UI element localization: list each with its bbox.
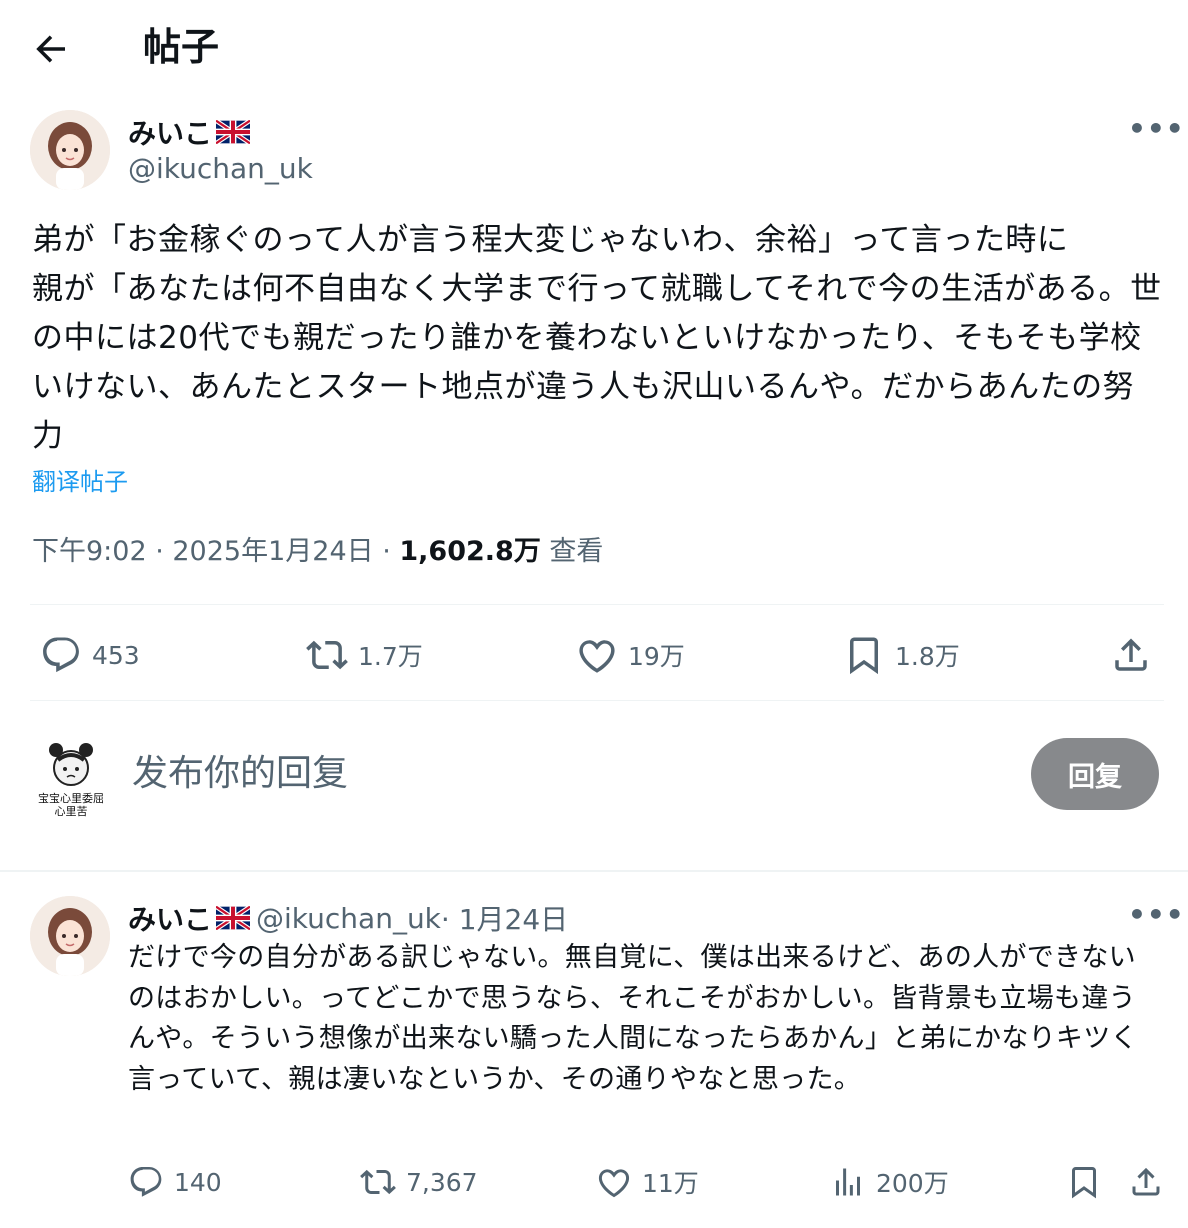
author-avatar[interactable]	[30, 110, 110, 190]
page-title: 帖子	[143, 25, 220, 69]
back-arrow-icon[interactable]	[30, 28, 72, 70]
reply-view-count: 200万	[876, 1169, 949, 1198]
reply-author-name[interactable]: みいこ	[128, 898, 212, 938]
translate-link[interactable]: 翻译帖子	[32, 464, 128, 500]
reply-button[interactable]: 回复	[1031, 738, 1159, 810]
user-avatar[interactable]: 宝宝心里委屈 心里苦	[30, 738, 112, 820]
bookmark-count: 1.8万	[895, 642, 960, 671]
author-name: みいこ	[128, 117, 213, 150]
reply-input[interactable]: 发布你的回复	[132, 750, 348, 798]
uk-flag-icon	[216, 120, 251, 144]
reply-count: 453	[92, 640, 140, 670]
avatar-illustration	[30, 896, 110, 976]
share-icon	[1115, 638, 1147, 671]
repost-icon	[306, 640, 348, 670]
share-action[interactable]	[1110, 634, 1162, 676]
avatar-caption-bottom: 心里苦	[55, 805, 88, 818]
reply-like-count: 11万	[642, 1169, 699, 1198]
repost-icon	[360, 1169, 396, 1195]
bookmark-icon	[1072, 1167, 1096, 1199]
like-action[interactable]: 19万	[576, 634, 685, 676]
view-label: 查看	[540, 536, 604, 567]
like-count: 19万	[628, 642, 685, 671]
author-name-row[interactable]: みいこ	[128, 112, 251, 152]
more-options-icon[interactable]: •••	[1128, 898, 1185, 931]
divider	[30, 604, 1164, 605]
reply-icon	[43, 637, 79, 673]
reply-author-handle[interactable]: @ikuchan_uk	[256, 902, 441, 935]
share-icon	[1132, 1167, 1160, 1196]
view-count: 1,602.8万	[399, 536, 541, 567]
post-timestamp[interactable]: 下午9:02 · 2025年1月24日 ·	[32, 536, 399, 567]
repost-count: 1.7万	[358, 642, 423, 671]
reply-icon	[130, 1167, 162, 1197]
reply-share-action[interactable]	[1128, 1164, 1174, 1200]
reply-header: みいこ @ikuchan_uk · 1月24日	[128, 898, 568, 938]
more-options-icon[interactable]: •••	[1128, 112, 1185, 145]
analytics-icon	[836, 1168, 860, 1196]
reply-repost-count: 7,367	[406, 1167, 478, 1197]
reply-reply-action[interactable]: 140	[128, 1164, 222, 1200]
reply-author-avatar[interactable]	[30, 896, 110, 976]
reply-views-action[interactable]: 200万	[830, 1164, 949, 1200]
reply-date[interactable]: · 1月24日	[441, 898, 568, 938]
reply-repost-action[interactable]: 7,367	[360, 1164, 478, 1200]
reply-bookmark-action[interactable]	[1066, 1164, 1112, 1200]
bookmark-icon	[850, 637, 878, 675]
uk-flag-icon	[216, 906, 251, 930]
avatar-caption-top: 宝宝心里委屈	[38, 791, 104, 805]
post-meta: 下午9:02 · 2025年1月24日 · 1,602.8万 查看	[32, 532, 603, 572]
reply-like-action[interactable]: 11万	[596, 1164, 699, 1200]
divider	[30, 700, 1164, 701]
avatar-meme: 宝宝心里委屈 心里苦	[38, 743, 104, 818]
author-handle[interactable]: @ikuchan_uk	[128, 152, 313, 185]
post-text: 弟が「お金稼ぐのって人が言う程大変じゃないわ、余裕」って言った時に 親が「あなた…	[32, 222, 1162, 454]
bookmark-action[interactable]: 1.8万	[843, 634, 960, 676]
avatar-illustration	[30, 110, 110, 190]
reply-text: だけで今の自分がある訳じゃない。無自覚に、僕は出来るけど、あの人ができないのはお…	[128, 942, 1138, 1095]
reply-action[interactable]: 453	[40, 634, 140, 676]
section-divider	[0, 870, 1188, 872]
heart-icon	[598, 1169, 630, 1198]
repost-action[interactable]: 1.7万	[306, 634, 423, 676]
reply-reply-count: 140	[174, 1167, 222, 1197]
heart-icon	[579, 640, 615, 673]
